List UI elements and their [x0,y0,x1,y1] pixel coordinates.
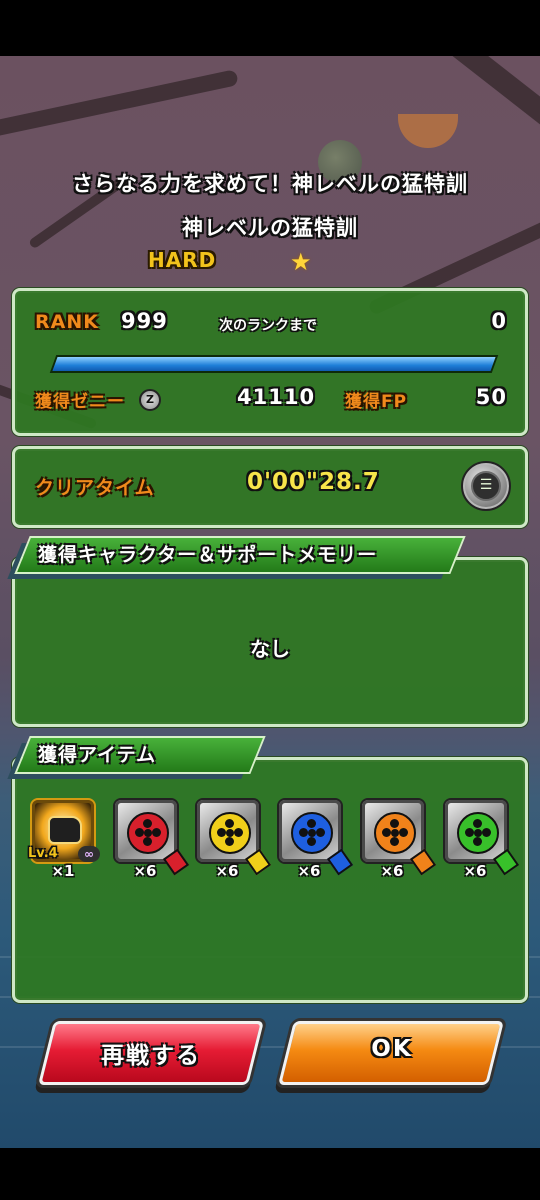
result-screen: さらなる力を求めて！神レベルの猛特訓 神レベルの猛特訓 HARD ★ RANK … [0,0,540,1200]
green-film-reel-icon [457,812,520,876]
characters-empty-text: なし [250,637,290,661]
characters-tab-label: 獲得キャラクター＆サポートメモリー [38,544,378,566]
reel-hole [307,819,316,828]
item-frame [360,798,437,876]
item-qty: ×1 [51,862,75,880]
item-level-label: Lv.4 [28,846,58,861]
reel-hole [299,828,308,837]
infinity-badge: ∞ [78,846,100,862]
reel-hole [143,819,152,828]
item-qty: ×6 [463,862,487,880]
clear-time-value: 0'00"28.7 [247,469,380,495]
event-title: さらなる力を求めて！神レベルの猛特訓 [72,172,468,196]
difficulty-label: HARD [148,248,217,272]
status-bar [0,0,540,56]
zeni-label: 獲得ゼニー [35,392,125,412]
rank-label: RANK [35,311,99,333]
next-rank-label: 次のランクまで [219,318,317,334]
yellow-film-reel-icon [209,812,272,876]
sun-decoration [398,114,458,148]
retry-button-label: 再戦する [101,1043,201,1069]
tree-branch-decoration [0,69,239,139]
item-frame [195,798,272,876]
retry-button[interactable]: 再戦する [38,1021,264,1085]
reel-hole [135,828,144,837]
reel-hole [225,819,234,828]
clear-time-label: クリアタイム [35,477,155,499]
orange-film-reel-icon [374,812,437,876]
clear-time-panel: クリアタイム 0'00"28.7 ☰ [12,446,528,528]
reel-hole [143,837,152,846]
reel-hole [482,828,491,837]
rank-progress-fill [52,357,496,371]
reel-hole [390,819,399,828]
reel-hole [316,828,325,837]
blue-film-reel-icon [291,812,354,876]
zeni-value: 41110 [237,385,316,409]
rank-panel: RANK 999 次のランクまで 0 獲得ゼニー Z 41110 獲得FP 50 [12,288,528,436]
reel-hole [382,828,391,837]
zeni-coin-icon: Z [139,389,161,411]
orange-film-reel-item[interactable] [360,798,437,876]
stage-title: 神レベルの猛特訓 [182,216,358,240]
next-rank-value: 0 [491,309,507,333]
item-qty: ×6 [380,862,404,880]
reel-hole [390,837,399,846]
ok-button-label: OK [371,1036,413,1062]
green-film-reel-item[interactable] [443,798,520,876]
reel-hole [473,819,482,828]
red-film-reel-icon [127,812,190,876]
reel-hole [465,828,474,837]
fist-icon [48,816,82,844]
item-frame [113,798,190,876]
list-button[interactable]: ☰ [461,461,511,511]
reel-hole [217,828,226,837]
navigation-bar [0,1148,540,1200]
fp-value: 50 [475,385,507,409]
items-panel [12,757,528,1003]
rank-progress-bar [49,355,499,373]
blue-film-reel-item[interactable] [277,798,354,876]
list-icon: ☰ [471,471,501,501]
reel-hole [307,837,316,846]
item-qty: ×6 [297,862,321,880]
reel-hole [473,837,482,846]
star-icon: ★ [290,248,312,276]
reel-hole [399,828,408,837]
items-tab-label: 獲得アイテム [38,744,157,766]
red-film-reel-item[interactable] [113,798,190,876]
item-qty: ×6 [133,862,157,880]
item-frame [277,798,354,876]
yellow-film-reel-item[interactable] [195,798,272,876]
reel-hole [225,837,234,846]
rank-value: 999 [121,309,168,333]
fp-label: 獲得FP [345,392,408,412]
reel-hole [234,828,243,837]
item-qty: ×6 [215,862,239,880]
reel-hole [152,828,161,837]
ok-button[interactable]: OK [278,1021,504,1085]
item-frame [443,798,520,876]
